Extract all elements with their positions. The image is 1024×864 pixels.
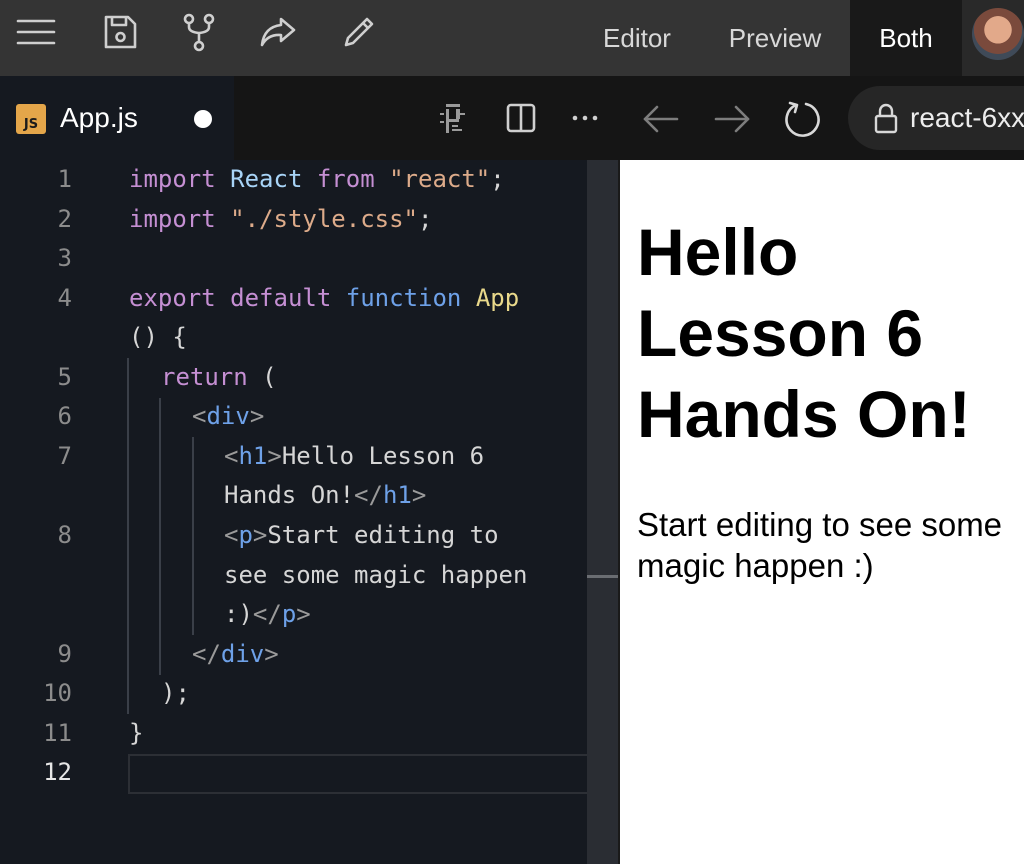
- code-line-1: import React from "react";: [129, 165, 505, 193]
- tag-name: p: [238, 521, 253, 549]
- code-line-5: return (: [161, 363, 277, 391]
- line-number: 9: [57, 640, 72, 668]
- menu-icon[interactable]: [14, 10, 58, 54]
- tag-bracket: <: [224, 521, 239, 549]
- keyword: default: [230, 284, 332, 312]
- code-line-9: </div>: [192, 640, 279, 668]
- line-number: 1: [57, 165, 72, 193]
- preview-paragraph: Start editing to see some magic happen :…: [637, 506, 1003, 584]
- code-line-10: );: [161, 679, 190, 707]
- tab-editor[interactable]: Editor: [580, 0, 694, 76]
- tag-bracket: >: [249, 402, 265, 430]
- preview-heading: Hello Lesson 6 Hands On!: [637, 215, 971, 451]
- more-options-icon[interactable]: [563, 96, 607, 140]
- current-line-highlight: [128, 754, 614, 794]
- indent-guide: [159, 398, 161, 675]
- preview-nav-bar: react-6xxqb: [618, 76, 1024, 160]
- code-line-4: export default function App: [129, 284, 519, 312]
- tag-name: p: [281, 600, 297, 628]
- unsaved-dot-icon[interactable]: [194, 110, 212, 128]
- save-icon[interactable]: [98, 10, 142, 54]
- avatar[interactable]: [972, 8, 1024, 60]
- keyword: from: [316, 165, 375, 193]
- tag-bracket: <: [192, 402, 207, 430]
- split-view-icon[interactable]: [499, 96, 543, 140]
- tag-bracket: >: [252, 521, 268, 549]
- line-number: 11: [43, 719, 72, 747]
- jsx-text: Hands On!: [224, 481, 355, 509]
- line-number: 10: [43, 679, 72, 707]
- jsx-text: Start editing to: [267, 521, 499, 549]
- back-arrow-icon[interactable]: [638, 96, 684, 142]
- url-bar[interactable]: react-6xxqb: [848, 86, 1024, 150]
- js-file-icon: JS: [16, 104, 46, 134]
- code-line-7: <h1>Hello Lesson 6: [224, 442, 484, 470]
- keyword: import: [129, 165, 216, 193]
- code-line-2: import "./style.css";: [129, 205, 432, 233]
- line-number-current: 12: [43, 758, 72, 786]
- tag-bracket: </: [252, 600, 282, 628]
- account-menu[interactable]: [962, 0, 1024, 76]
- code-editor[interactable]: 1 2 3 4 5 6 7 8 9 10 11 12 import React …: [0, 160, 618, 864]
- line-number: 3: [57, 244, 72, 272]
- tag-name: h1: [382, 481, 412, 509]
- tag-bracket: </: [192, 640, 221, 668]
- tag-bracket: >: [264, 640, 279, 668]
- tag-bracket: </: [354, 481, 383, 509]
- fork-icon[interactable]: [177, 10, 221, 54]
- keyword: return: [161, 363, 248, 391]
- indent-guide: [192, 437, 194, 635]
- preview-pane: Hello Lesson 6 Hands On! Start editing t…: [618, 160, 1024, 864]
- tag-name: div: [206, 402, 250, 430]
- punctuation: (: [262, 363, 277, 391]
- line-number: 5: [57, 363, 72, 391]
- code-line-11: }: [129, 719, 144, 747]
- identifier: React: [230, 165, 303, 193]
- tab-both[interactable]: Both: [850, 0, 962, 76]
- line-number: 6: [57, 402, 72, 430]
- code-line-8-wrap-2: :)</p>: [224, 600, 311, 628]
- tag-bracket: >: [411, 481, 427, 509]
- punctuation: ;: [418, 205, 433, 233]
- punctuation: ;: [490, 165, 505, 193]
- keyword: export: [129, 284, 216, 312]
- code-line-6: <div>: [192, 402, 264, 430]
- line-number: 8: [57, 521, 72, 549]
- line-number: 7: [57, 442, 72, 470]
- prettier-icon[interactable]: [431, 96, 475, 140]
- share-icon[interactable]: [256, 10, 300, 54]
- code-line-8-wrap: see some magic happen: [224, 561, 528, 589]
- url-text: react-6xxqb: [910, 102, 1024, 133]
- tag-bracket: >: [296, 600, 311, 628]
- top-toolbar: Editor Preview Both: [0, 0, 1024, 76]
- code-line-7-wrap: Hands On!</h1>: [224, 481, 426, 509]
- string-literal: "react": [389, 165, 491, 193]
- jsx-text: Hello Lesson 6: [281, 442, 485, 470]
- file-tab-label: App.js: [60, 102, 138, 133]
- lock-icon: [874, 103, 898, 134]
- tag-bracket: >: [267, 442, 282, 470]
- keyword: function: [345, 284, 462, 312]
- string-literal: "./style.css": [230, 205, 418, 233]
- indent-guide: [127, 358, 129, 714]
- code-line-4-wrap: () {: [129, 323, 187, 351]
- line-number: 2: [57, 205, 72, 233]
- tag-bracket: <: [224, 442, 239, 470]
- file-tab-app-js[interactable]: JS App.js: [0, 76, 234, 160]
- editor-scrollbar[interactable]: [587, 160, 618, 864]
- jsx-text: :): [224, 600, 253, 628]
- tag-name: h1: [238, 442, 268, 470]
- tag-name: div: [220, 640, 265, 668]
- keyword: import: [129, 205, 216, 233]
- tab-preview[interactable]: Preview: [706, 0, 844, 76]
- scrollbar-thumb[interactable]: [587, 575, 618, 578]
- function-name: App: [475, 284, 520, 312]
- editor-tab-strip: JS App.js: [0, 76, 618, 160]
- refresh-icon[interactable]: [779, 96, 825, 142]
- code-line-8: <p>Start editing to: [224, 521, 499, 549]
- line-number: 4: [57, 284, 72, 312]
- forward-arrow-icon[interactable]: [709, 96, 755, 142]
- edit-icon[interactable]: [336, 10, 380, 54]
